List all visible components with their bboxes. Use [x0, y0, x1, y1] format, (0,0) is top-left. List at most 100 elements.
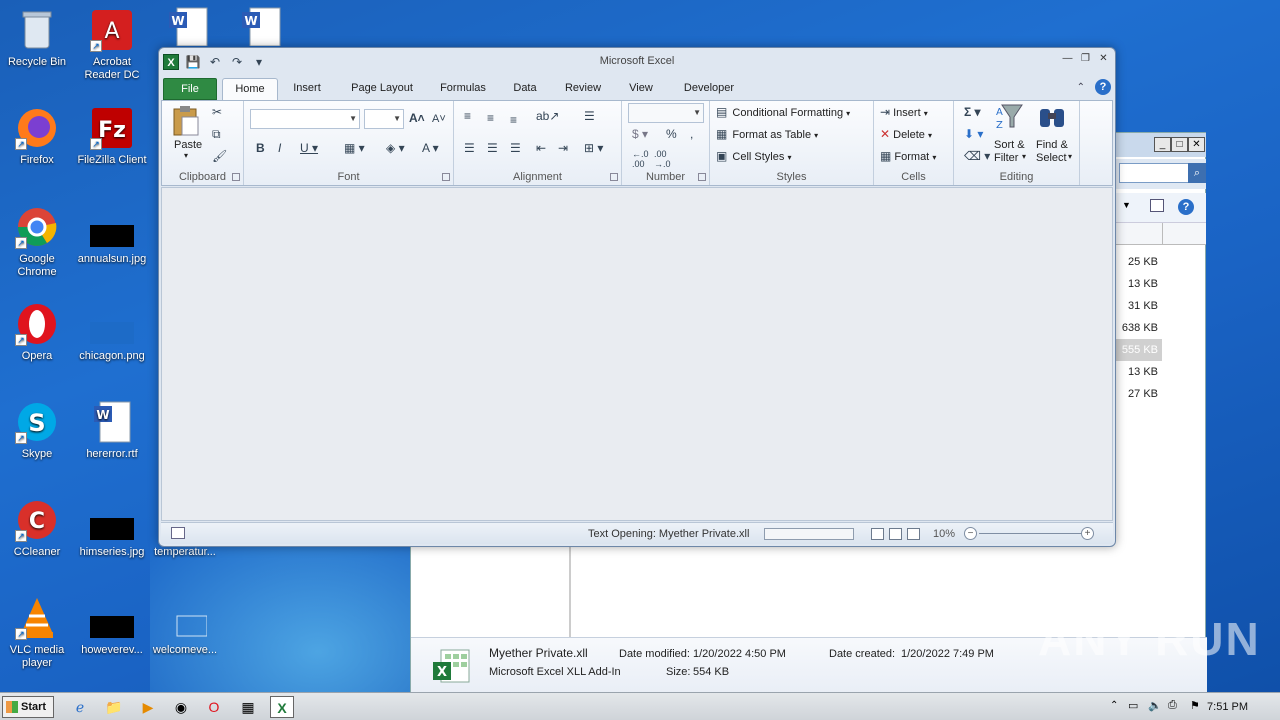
- tab-developer[interactable]: Developer: [673, 78, 745, 100]
- page-break-view-icon[interactable]: [907, 528, 920, 540]
- desktop-icon-skype[interactable]: S ↗ Skype: [0, 400, 74, 461]
- printer-icon[interactable]: ⎙: [1168, 699, 1177, 712]
- volume-icon[interactable]: 🔈: [1148, 699, 1162, 712]
- list-item-size[interactable]: 31 KB: [1116, 295, 1162, 317]
- desktop-icon-vlc[interactable]: ↗ VLC media player: [0, 596, 74, 670]
- format-as-table-button[interactable]: ▦ Format as Table ▾: [716, 127, 818, 141]
- underline-icon[interactable]: U ▾: [300, 141, 318, 155]
- desktop-icon-himseries[interactable]: himseries.jpg: [75, 498, 149, 559]
- align-center-icon[interactable]: ☰: [487, 141, 498, 155]
- dialog-launcher-icon[interactable]: [610, 173, 618, 181]
- desktop-icon-acrobat[interactable]: A ↗ Acrobat Reader DC: [75, 8, 149, 82]
- font-color-icon[interactable]: A ▾: [422, 141, 439, 155]
- network-icon[interactable]: ▭: [1128, 699, 1138, 712]
- desktop-icon-firefox[interactable]: ↗ Firefox: [0, 106, 74, 167]
- close-button[interactable]: ✕: [1096, 53, 1111, 66]
- dialog-launcher-icon[interactable]: [232, 173, 240, 181]
- format-cells-button[interactable]: ▦ Format ▾: [880, 149, 936, 163]
- start-button[interactable]: Start: [2, 696, 54, 718]
- zoom-in-button[interactable]: +: [1081, 527, 1094, 540]
- help-icon[interactable]: ?: [1178, 199, 1194, 215]
- list-item-size[interactable]: 13 KB: [1116, 361, 1162, 383]
- desktop-icon-howeverev[interactable]: howeverev...: [75, 596, 149, 657]
- shrink-font-icon[interactable]: A˅: [432, 113, 446, 125]
- bold-icon[interactable]: B: [256, 141, 265, 155]
- desktop-icon-annualsun[interactable]: annualsun.jpg: [75, 205, 149, 266]
- font-name-combo[interactable]: ▼: [250, 109, 360, 129]
- minimize-button[interactable]: _: [1154, 137, 1171, 152]
- tab-formulas[interactable]: Formulas: [433, 78, 493, 100]
- insert-cells-button[interactable]: ⇥ Insert ▾: [880, 105, 928, 119]
- search-input[interactable]: [1119, 163, 1191, 183]
- list-item-size[interactable]: 27 KB: [1116, 383, 1162, 405]
- normal-view-icon[interactable]: [871, 528, 884, 540]
- align-top-icon[interactable]: ≡: [464, 109, 471, 123]
- desktop-icon-filezilla[interactable]: Fz ↗ FileZilla Client: [75, 106, 149, 167]
- wrap-text-icon[interactable]: ☰: [584, 109, 595, 123]
- desktop-icon-ccleaner[interactable]: C ↗ CCleaner: [0, 498, 74, 559]
- close-button[interactable]: ✕: [1188, 137, 1205, 152]
- grow-font-icon[interactable]: A˄: [409, 111, 425, 125]
- preview-pane-icon[interactable]: [1150, 199, 1164, 212]
- decrease-indent-icon[interactable]: ⇤: [536, 141, 546, 155]
- align-right-icon[interactable]: ☰: [510, 141, 521, 155]
- increase-decimal-icon[interactable]: ←.0.00: [632, 149, 649, 169]
- zoom-slider[interactable]: [979, 533, 1087, 534]
- minimize-button[interactable]: —: [1060, 53, 1075, 66]
- tab-insert[interactable]: Insert: [283, 78, 331, 100]
- opera-taskbar-icon[interactable]: O: [202, 696, 226, 718]
- maximize-button[interactable]: □: [1171, 137, 1188, 152]
- percent-icon[interactable]: %: [666, 127, 677, 141]
- fill-icon[interactable]: ⬇ ▾: [964, 127, 983, 141]
- clear-icon[interactable]: ⌫ ▾: [964, 149, 990, 163]
- align-middle-icon[interactable]: ≡: [487, 111, 494, 125]
- file-explorer-icon[interactable]: 📁: [102, 696, 126, 718]
- currency-icon[interactable]: $ ▾: [632, 127, 648, 141]
- font-size-combo[interactable]: ▼: [364, 109, 404, 129]
- desktop-icon-recycle-bin[interactable]: Recycle Bin: [0, 8, 74, 69]
- desktop-icon-word-doc[interactable]: W: [238, 6, 286, 47]
- desktop-icon-chicagon[interactable]: chicagon.png: [75, 302, 149, 363]
- page-layout-view-icon[interactable]: [889, 528, 902, 540]
- clock[interactable]: 7:51 PM: [1207, 701, 1248, 713]
- column-header[interactable]: [1116, 223, 1206, 245]
- format-painter-icon[interactable]: 🖌: [212, 149, 227, 163]
- cut-icon[interactable]: ✂: [212, 105, 222, 119]
- align-bottom-icon[interactable]: ≡: [510, 113, 517, 127]
- increase-indent-icon[interactable]: ⇥: [558, 141, 568, 155]
- zoom-out-button[interactable]: −: [964, 527, 977, 540]
- comma-icon[interactable]: ,: [690, 127, 693, 141]
- list-item-size[interactable]: 638 KB: [1116, 317, 1162, 339]
- desktop-icon-hererror[interactable]: W hererror.rtf: [75, 400, 149, 461]
- flag-icon[interactable]: ⚑: [1190, 699, 1200, 712]
- sort-filter-button[interactable]: AZ Sort & Filter ▾: [994, 103, 1034, 165]
- dialog-launcher-icon[interactable]: [442, 173, 450, 181]
- tab-view[interactable]: View: [619, 78, 663, 100]
- tab-data[interactable]: Data: [503, 78, 547, 100]
- find-select-button[interactable]: Find & Select ▾: [1036, 103, 1078, 165]
- italic-icon[interactable]: I: [278, 141, 281, 155]
- macro-record-icon[interactable]: [171, 527, 185, 539]
- desktop-icon-welcomeve[interactable]: welcomeve...: [148, 596, 222, 657]
- borders-icon[interactable]: ▦ ▾: [344, 141, 365, 155]
- list-item-size[interactable]: 13 KB: [1116, 273, 1162, 295]
- chrome-taskbar-icon[interactable]: ◉: [169, 696, 193, 718]
- tab-review[interactable]: Review: [557, 78, 609, 100]
- copy-icon[interactable]: ⧉: [212, 127, 221, 142]
- autosum-icon[interactable]: Σ ▾: [964, 105, 981, 119]
- merge-center-icon[interactable]: ⊞ ▾: [584, 141, 603, 155]
- search-icon[interactable]: ⌕: [1188, 163, 1206, 183]
- tab-file[interactable]: File: [163, 78, 217, 100]
- list-item-size-selected[interactable]: 555 KB: [1116, 339, 1162, 361]
- internet-explorer-icon[interactable]: ℯ: [68, 696, 92, 718]
- zoom-level[interactable]: 10%: [933, 528, 955, 540]
- list-item-size[interactable]: 25 KB: [1116, 251, 1162, 273]
- help-icon[interactable]: ?: [1095, 79, 1111, 95]
- number-format-combo[interactable]: ▼: [628, 103, 704, 123]
- orientation-icon[interactable]: ab↗: [536, 109, 559, 123]
- desktop-icon-opera[interactable]: ↗ Opera: [0, 302, 74, 363]
- paste-button[interactable]: Paste ▾: [170, 105, 204, 163]
- tab-home[interactable]: Home: [222, 78, 278, 100]
- excel-taskbar-icon[interactable]: X: [270, 696, 294, 718]
- desktop-icon-word-doc[interactable]: W: [165, 6, 213, 47]
